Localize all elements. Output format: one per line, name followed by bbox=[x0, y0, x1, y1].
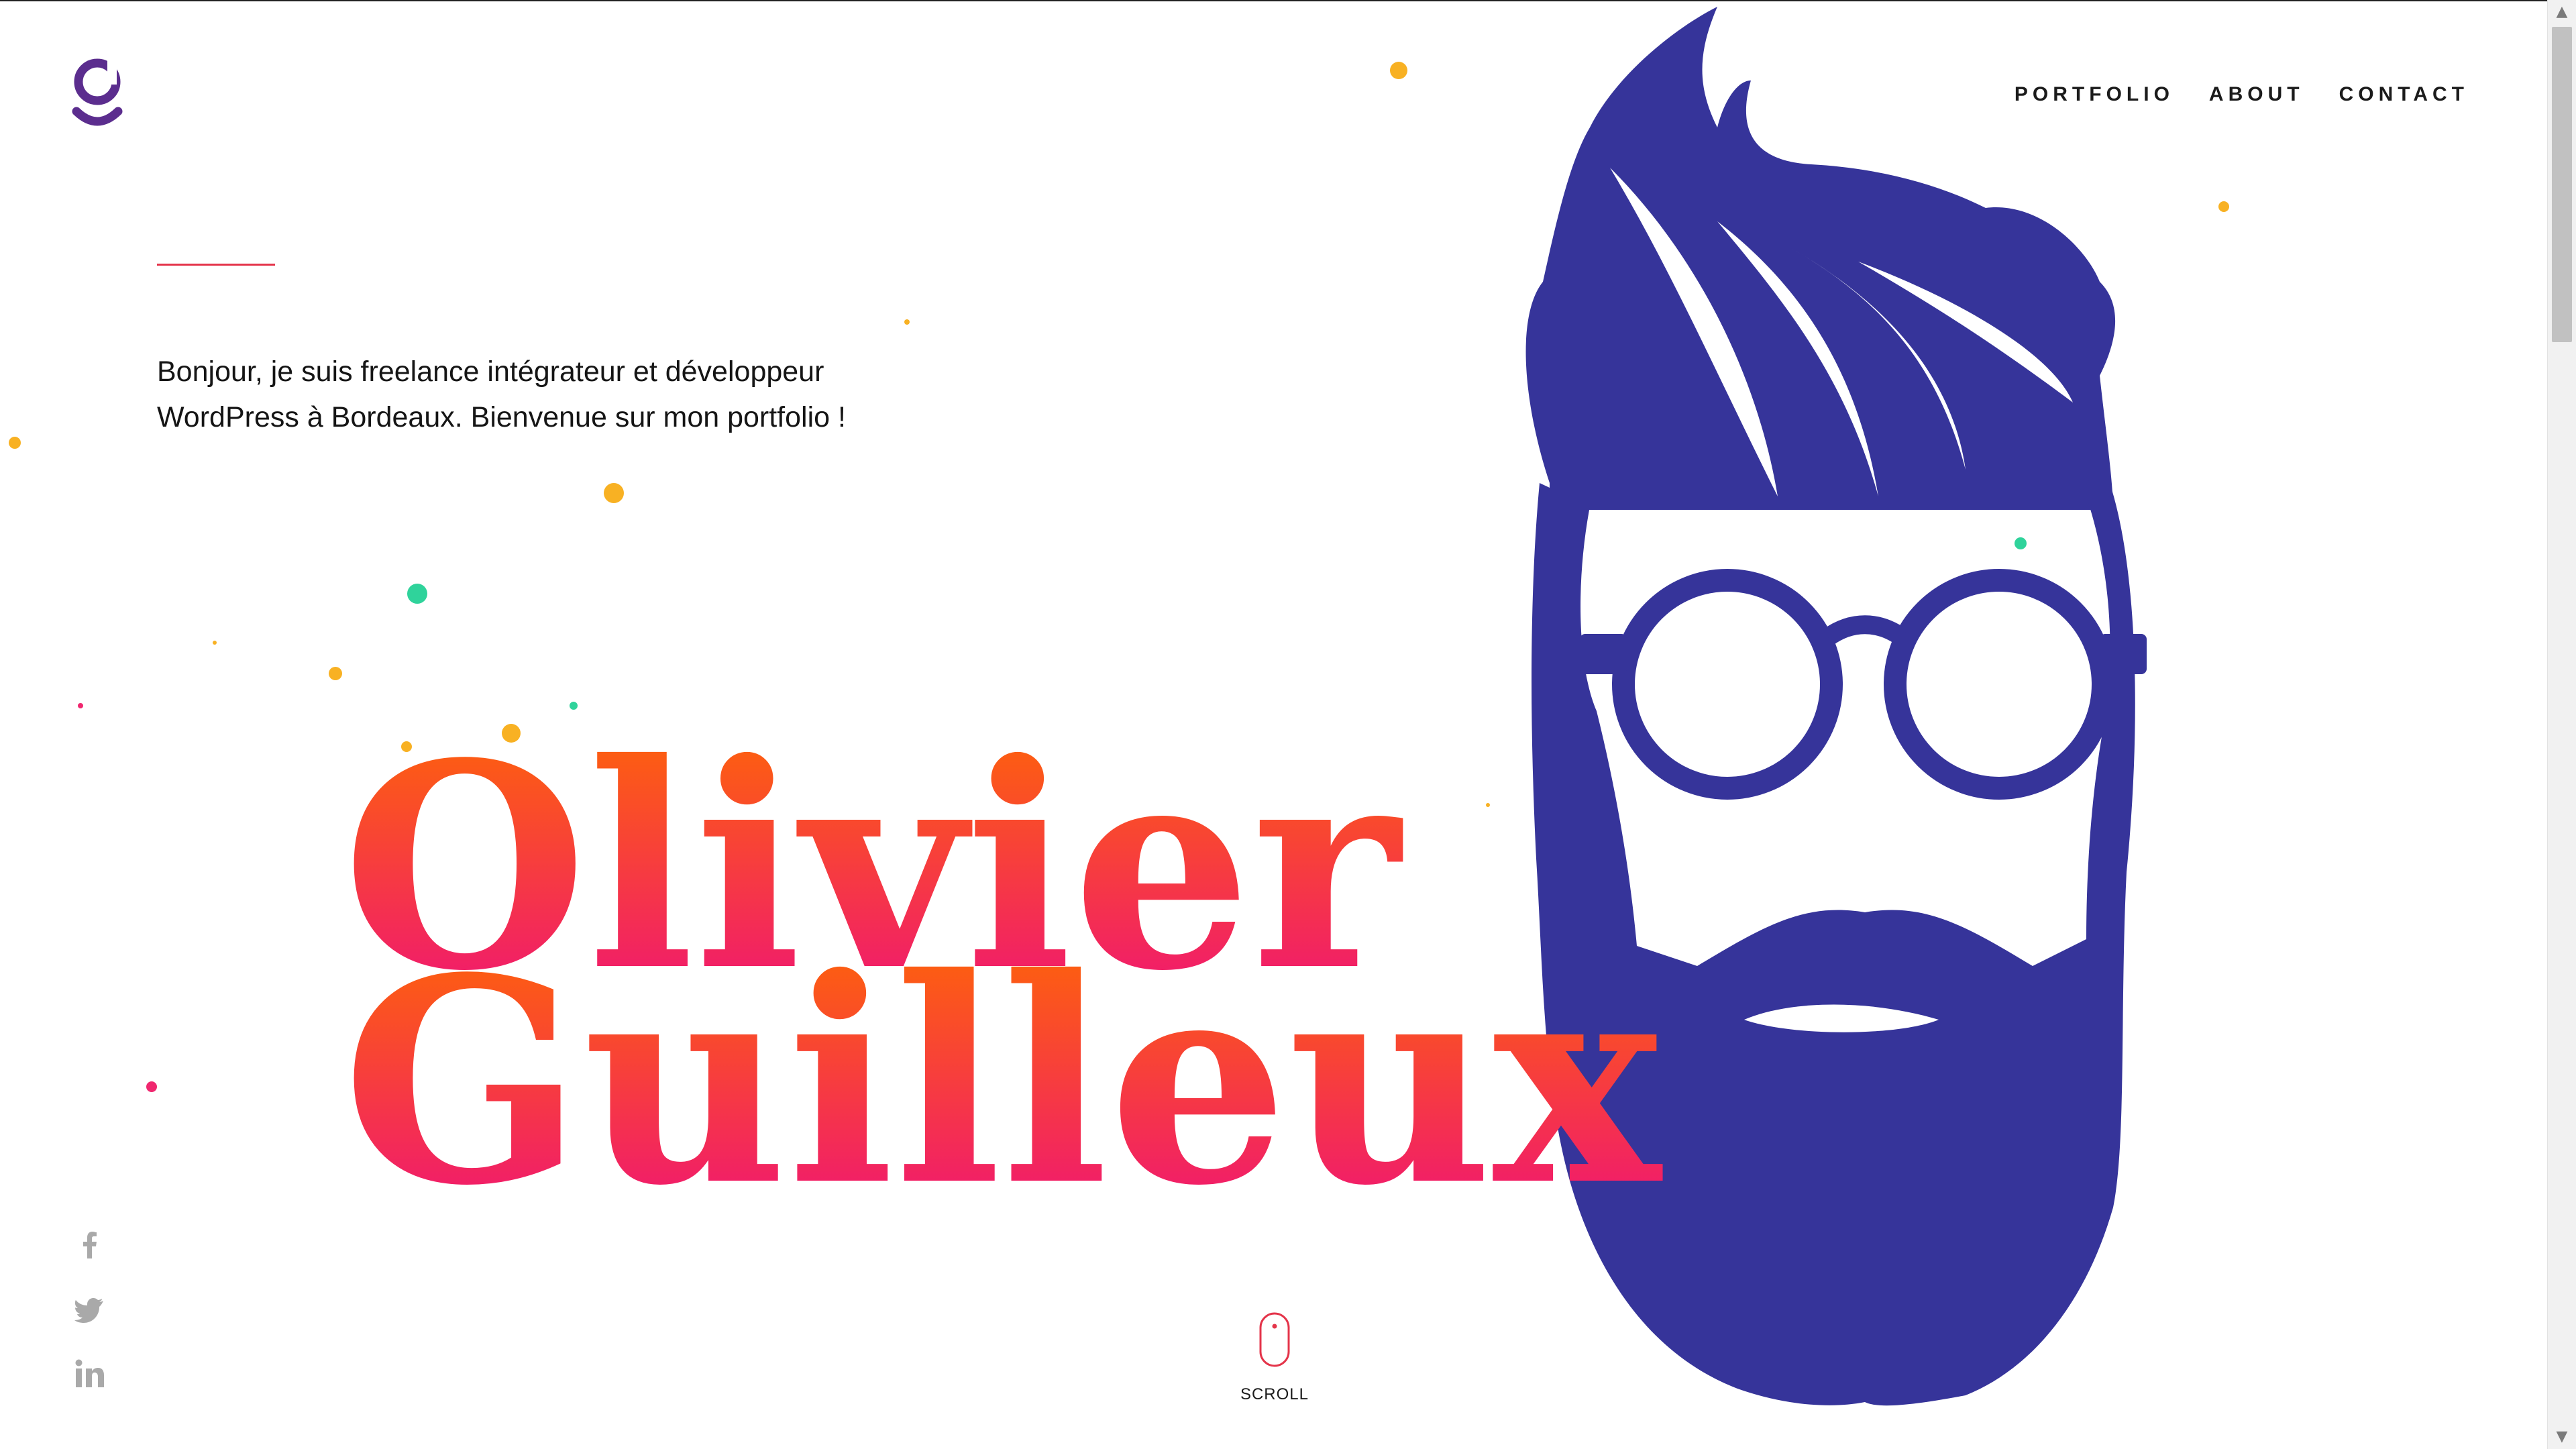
hero-last-name: Guilleux bbox=[342, 917, 1664, 1214]
scroll-label: SCROLL bbox=[1240, 1385, 1309, 1403]
page: PORTFOLIO ABOUT CONTACT Bonjour, je suis… bbox=[0, 0, 2576, 1449]
scroll-down-icon[interactable]: ▼ bbox=[2548, 1425, 2576, 1449]
social-links bbox=[72, 1228, 107, 1391]
linkedin-icon[interactable] bbox=[72, 1356, 107, 1391]
vertical-scrollbar[interactable]: ▲ ▼ bbox=[2547, 0, 2576, 1449]
scroll-up-icon[interactable]: ▲ bbox=[2548, 0, 2576, 24]
facebook-icon[interactable] bbox=[72, 1228, 107, 1263]
scroll-indicator[interactable]: SCROLL bbox=[1221, 1311, 1328, 1404]
twitter-icon[interactable] bbox=[72, 1292, 107, 1327]
hero-name: Olivier Guilleux bbox=[342, 702, 1664, 1214]
mouse-icon bbox=[1259, 1312, 1290, 1367]
scrollbar-thumb[interactable] bbox=[2552, 27, 2572, 342]
